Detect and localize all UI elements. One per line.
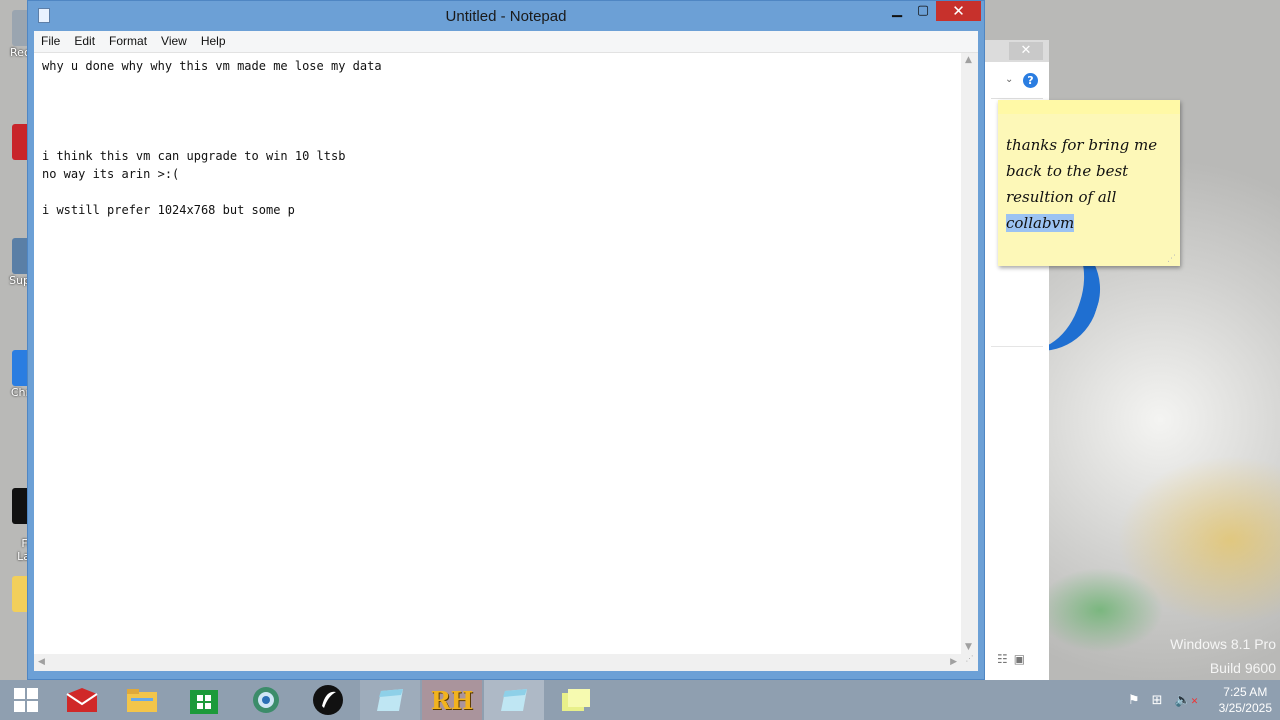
chevron-down-icon[interactable]: ⌄ (1005, 74, 1013, 85)
clock-date: 3/25/2025 (1218, 701, 1272, 715)
black-logo-icon (313, 685, 343, 715)
file-explorer-icon (127, 689, 157, 712)
desktop-icon-recycle-bin[interactable]: Rec (0, 10, 30, 59)
resize-grip-icon[interactable]: ⋰ (961, 654, 978, 671)
scroll-left-icon[interactable]: ◀ (38, 657, 45, 667)
globe-icon (253, 687, 279, 713)
menu-edit[interactable]: Edit (67, 31, 102, 52)
minimize-button[interactable]: ▁ (884, 1, 910, 21)
taskbar-notepad-1[interactable] (360, 680, 420, 720)
network-icon[interactable]: ⊞ (1152, 693, 1163, 708)
sticky-note-text[interactable]: thanks for bring me back to the best res… (1006, 132, 1176, 236)
windows-logo-icon (14, 688, 38, 712)
start-button[interactable] (0, 680, 52, 720)
action-center-flag-icon[interactable]: ⚑ (1128, 693, 1140, 708)
vertical-scrollbar[interactable]: ▲ ▼ (961, 53, 978, 654)
scroll-down-icon[interactable]: ▼ (965, 642, 972, 652)
title-bar[interactable]: Untitled - Notepad ▁ ▢ ✕ (28, 1, 984, 31)
help-icon[interactable]: ? (1023, 73, 1038, 88)
store-icon (190, 690, 218, 714)
rh-icon: RH (430, 685, 474, 715)
clock-time: 7:25 AM (1223, 685, 1268, 699)
volume-muted-icon[interactable]: 🔈✕ (1175, 693, 1199, 708)
taskbar-app-red[interactable] (52, 680, 112, 720)
text-editor[interactable]: why u done why why this vm made me lose … (34, 53, 978, 671)
taskbar: RH ⚑ ⊞ 🔈✕ 7:25 AM 3/25/2025 (0, 680, 1280, 720)
scroll-right-icon[interactable]: ▶ (950, 657, 957, 667)
scroll-up-icon[interactable]: ▲ (965, 55, 972, 65)
close-button[interactable]: ✕ (936, 1, 981, 21)
notepad-task-icon (377, 689, 403, 711)
taskbar-rh[interactable]: RH (422, 680, 482, 720)
background-close-button[interactable]: ✕ (1009, 42, 1043, 60)
red-envelope-icon (66, 688, 98, 712)
sticky-text-selection: collabvm (1006, 214, 1075, 232)
menu-help[interactable]: Help (194, 31, 233, 52)
notepad-window[interactable]: Untitled - Notepad ▁ ▢ ✕ File Edit Format V… (27, 0, 985, 680)
taskbar-file-explorer[interactable] (112, 680, 172, 720)
clock[interactable]: 7:25 AM 3/25/2025 (1219, 684, 1272, 716)
desktop-icon-chrome[interactable]: Chr (0, 350, 30, 399)
resize-grip-icon[interactable]: ⋰ (1167, 254, 1176, 264)
editor-content[interactable]: why u done why why this vm made me lose … (42, 57, 962, 647)
taskbar-notepad-2[interactable] (484, 680, 544, 720)
divider (991, 98, 1043, 99)
background-window-titlebar[interactable]: ✕ (985, 40, 1049, 62)
taskbar-sticky-notes[interactable] (546, 680, 606, 720)
window-title: Untitled - Notepad (445, 8, 567, 25)
desktop-icon-app[interactable] (0, 124, 30, 160)
menu-bar: File Edit Format View Help (34, 31, 978, 53)
taskbar-globe[interactable] (236, 680, 296, 720)
watermark-edition: Windows 8.1 Pro (1170, 636, 1276, 652)
menu-view[interactable]: View (154, 31, 194, 52)
desktop-icon-support[interactable]: Sup (0, 238, 30, 287)
maximize-button[interactable]: ▢ (910, 1, 936, 21)
taskbar-black-app[interactable] (298, 680, 358, 720)
sticky-notes-icon (562, 689, 590, 711)
system-tray: ⚑ ⊞ 🔈✕ (1128, 680, 1198, 720)
sticky-text-plain: thanks for bring me back to the best res… (1006, 136, 1158, 206)
horizontal-scrollbar[interactable]: ◀ ▶ (34, 654, 961, 671)
menu-file[interactable]: File (34, 31, 67, 52)
divider (991, 346, 1043, 347)
view-toggle-icons[interactable]: ☷▣ (997, 652, 1031, 666)
taskbar-store[interactable] (174, 680, 234, 720)
notepad-task-active-icon (501, 689, 527, 711)
sticky-note[interactable]: thanks for bring me back to the best res… (998, 100, 1180, 266)
watermark-build: Build 9600 (1209, 660, 1276, 676)
menu-format[interactable]: Format (102, 31, 154, 52)
desktop-icon-folder[interactable] (0, 576, 30, 612)
desktop-icon-file[interactable]: Fi La (0, 462, 30, 576)
